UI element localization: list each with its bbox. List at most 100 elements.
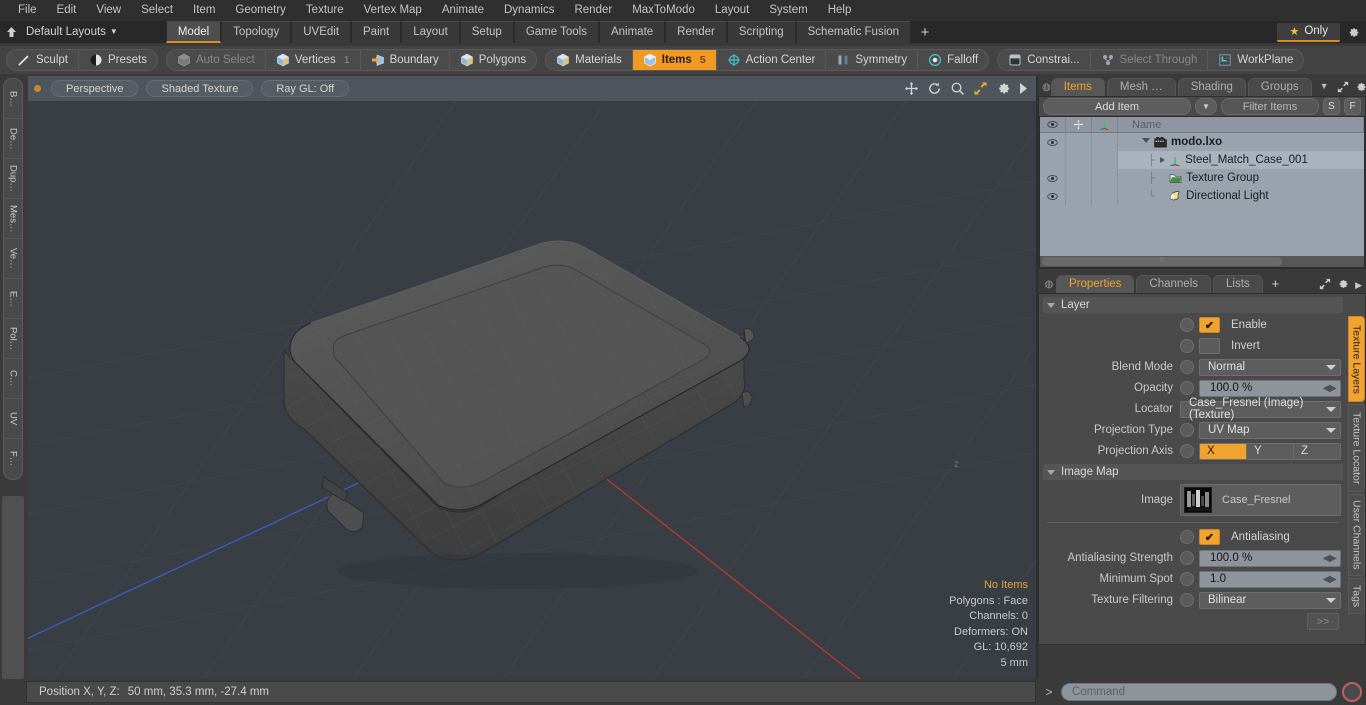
menu-item-system[interactable]: System — [759, 0, 817, 21]
menu-item-vertex-map[interactable]: Vertex Map — [354, 0, 432, 21]
filter-s-button[interactable]: S — [1323, 98, 1340, 115]
spinner-arrows-icon[interactable]: ◀▶ — [1323, 383, 1338, 394]
auto-select-button[interactable]: Auto Select — [167, 50, 266, 70]
row-axis-cell[interactable] — [1092, 187, 1118, 205]
expander-right-icon[interactable] — [1160, 157, 1166, 163]
menu-item-maxtomodo[interactable]: MaxToModo — [622, 0, 705, 21]
tab-items[interactable]: Items — [1050, 78, 1105, 96]
tab-schematic-fusion[interactable]: Schematic Fusion — [795, 21, 912, 43]
menu-item-file[interactable]: File — [8, 0, 47, 21]
blend-mode-dropdown[interactable]: Normal — [1199, 358, 1341, 376]
gear-icon[interactable] — [1340, 21, 1366, 43]
expander-down-icon[interactable] — [1142, 138, 1150, 146]
fit-icon[interactable] — [973, 81, 988, 96]
item-row-scene[interactable]: modo.lxo — [1118, 133, 1364, 151]
projection-axis-x-option[interactable]: X — [1200, 443, 1247, 459]
projection-axis-y-option[interactable]: Y — [1247, 443, 1294, 459]
tab-channels[interactable]: Channels — [1136, 275, 1212, 293]
antialiasing-checkbox[interactable]: ✔ — [1199, 529, 1220, 545]
play-arrow-icon[interactable] — [1019, 82, 1028, 95]
left-tab-edge[interactable]: E… — [4, 279, 22, 319]
filter-f-button[interactable]: F — [1344, 98, 1361, 115]
tab-lists[interactable]: Lists — [1213, 275, 1263, 293]
add-item-button[interactable]: Add Item — [1043, 98, 1191, 115]
constraint-button[interactable]: Constrai... — [998, 50, 1091, 70]
table-row[interactable]: modo.lxo — [1040, 133, 1364, 151]
tab-layout[interactable]: Layout — [401, 21, 460, 43]
channel-dot-projection-axis[interactable] — [1180, 444, 1194, 458]
channel-dot-texture-filtering[interactable] — [1180, 593, 1194, 607]
locator-dropdown[interactable]: Case_Fresnel (Image) (Texture) — [1180, 397, 1341, 421]
menu-item-help[interactable]: Help — [818, 0, 862, 21]
channel-dot-enable[interactable] — [1180, 318, 1194, 332]
add-item-chevron-down-icon[interactable]: ▼ — [1195, 98, 1217, 115]
tab-setup[interactable]: Setup — [459, 21, 514, 43]
left-tab-uv[interactable]: UV — [4, 399, 22, 439]
antialiasing-strength-input[interactable]: 100.0 % ◀▶ — [1199, 549, 1341, 567]
command-input[interactable]: Command — [1061, 683, 1337, 701]
enable-checkbox[interactable]: ✔ — [1199, 317, 1220, 333]
row-move-cell[interactable] — [1066, 133, 1092, 151]
presets-button[interactable]: Presets — [79, 50, 157, 70]
menu-item-dynamics[interactable]: Dynamics — [494, 0, 564, 21]
sculpt-button[interactable]: Sculpt — [7, 50, 79, 70]
left-tab-mesh[interactable]: Mes… — [4, 199, 22, 239]
polygons-button[interactable]: Polygons — [450, 50, 536, 70]
zoom-icon[interactable] — [950, 81, 965, 96]
invert-checkbox[interactable] — [1199, 338, 1220, 354]
viewport-raygl-dropdown[interactable]: Ray GL: Off — [261, 80, 350, 97]
menu-item-geometry[interactable]: Geometry — [225, 0, 296, 21]
more-options-button[interactable]: >> — [1307, 613, 1339, 630]
channel-dot-aa-strength[interactable] — [1180, 551, 1194, 565]
items-button[interactable]: Items 5 — [632, 50, 717, 70]
menu-item-texture[interactable]: Texture — [296, 0, 354, 21]
row-axis-cell[interactable] — [1092, 133, 1118, 151]
menu-item-layout[interactable]: Layout — [705, 0, 760, 21]
play-arrow-icon[interactable]: ▶ — [1355, 280, 1362, 291]
channel-dot-minimum-spot[interactable] — [1180, 572, 1194, 586]
row-move-cell[interactable] — [1066, 169, 1092, 187]
add-properties-tab-button[interactable]: + — [1265, 275, 1287, 293]
side-tab-tags[interactable]: Tags — [1348, 578, 1365, 614]
channel-dot-invert[interactable] — [1180, 339, 1194, 353]
section-header-layer[interactable]: Layer — [1043, 297, 1343, 313]
menu-item-view[interactable]: View — [86, 0, 131, 21]
add-layout-tab-button[interactable]: + — [911, 21, 940, 43]
gear-icon[interactable] — [996, 81, 1011, 96]
filter-items-input[interactable]: Filter Items — [1221, 98, 1319, 115]
left-tab-duplicate[interactable]: Dup… — [4, 159, 22, 199]
spinner-arrows-icon[interactable]: ◀▶ — [1323, 553, 1338, 564]
table-row[interactable]: └ Directional Light — [1040, 187, 1364, 205]
expand-icon[interactable] — [1337, 81, 1349, 96]
table-row[interactable]: ├ Steel_Match_Case_001 — [1040, 151, 1364, 169]
tab-paint[interactable]: Paint — [351, 21, 402, 43]
side-tab-user-channels[interactable]: User Channels — [1348, 494, 1365, 576]
item-row-light[interactable]: └ Directional Light — [1118, 187, 1364, 205]
default-layouts-dropdown[interactable]: Default Layouts ▼ — [22, 21, 124, 43]
item-row-mesh[interactable]: ├ Steel_Match_Case_001 — [1118, 151, 1364, 169]
projection-axis-z-option[interactable]: Z — [1294, 443, 1340, 459]
rotate-icon[interactable] — [927, 81, 942, 96]
texture-filtering-dropdown[interactable]: Bilinear — [1199, 591, 1341, 609]
items-tree-grid[interactable]: Name modo.lxo ├ Steel_Match_Case_001 ├ T… — [1039, 116, 1365, 268]
tab-game-tools[interactable]: Game Tools — [513, 21, 599, 43]
viewport-shading-dropdown[interactable]: Shaded Texture — [146, 80, 254, 97]
image-selector[interactable]: Case_Fresnel — [1180, 484, 1341, 516]
vertices-button[interactable]: Vertices 1 — [266, 50, 361, 70]
expand-icon[interactable] — [1319, 278, 1331, 293]
row-axis-cell[interactable] — [1092, 169, 1118, 187]
channel-dot-antialiasing[interactable] — [1180, 530, 1194, 544]
workplane-button[interactable]: WorkPlane — [1208, 50, 1303, 70]
menu-item-render[interactable]: Render — [564, 0, 622, 21]
section-header-image-map[interactable]: Image Map — [1043, 464, 1343, 480]
projection-type-dropdown[interactable]: UV Map — [1199, 421, 1341, 439]
spinner-arrows-icon[interactable]: ◀▶ — [1323, 574, 1338, 585]
materials-button[interactable]: Materials — [546, 50, 633, 70]
row-visibility-cell[interactable] — [1040, 151, 1066, 169]
row-visibility-eye-icon[interactable] — [1040, 187, 1066, 205]
tab-groups[interactable]: Groups — [1247, 78, 1312, 96]
symmetry-button[interactable]: Symmetry — [826, 50, 919, 70]
channel-dot-opacity[interactable] — [1180, 381, 1194, 395]
row-move-cell[interactable] — [1066, 151, 1092, 169]
left-tab-fusion[interactable]: F… — [4, 439, 22, 479]
